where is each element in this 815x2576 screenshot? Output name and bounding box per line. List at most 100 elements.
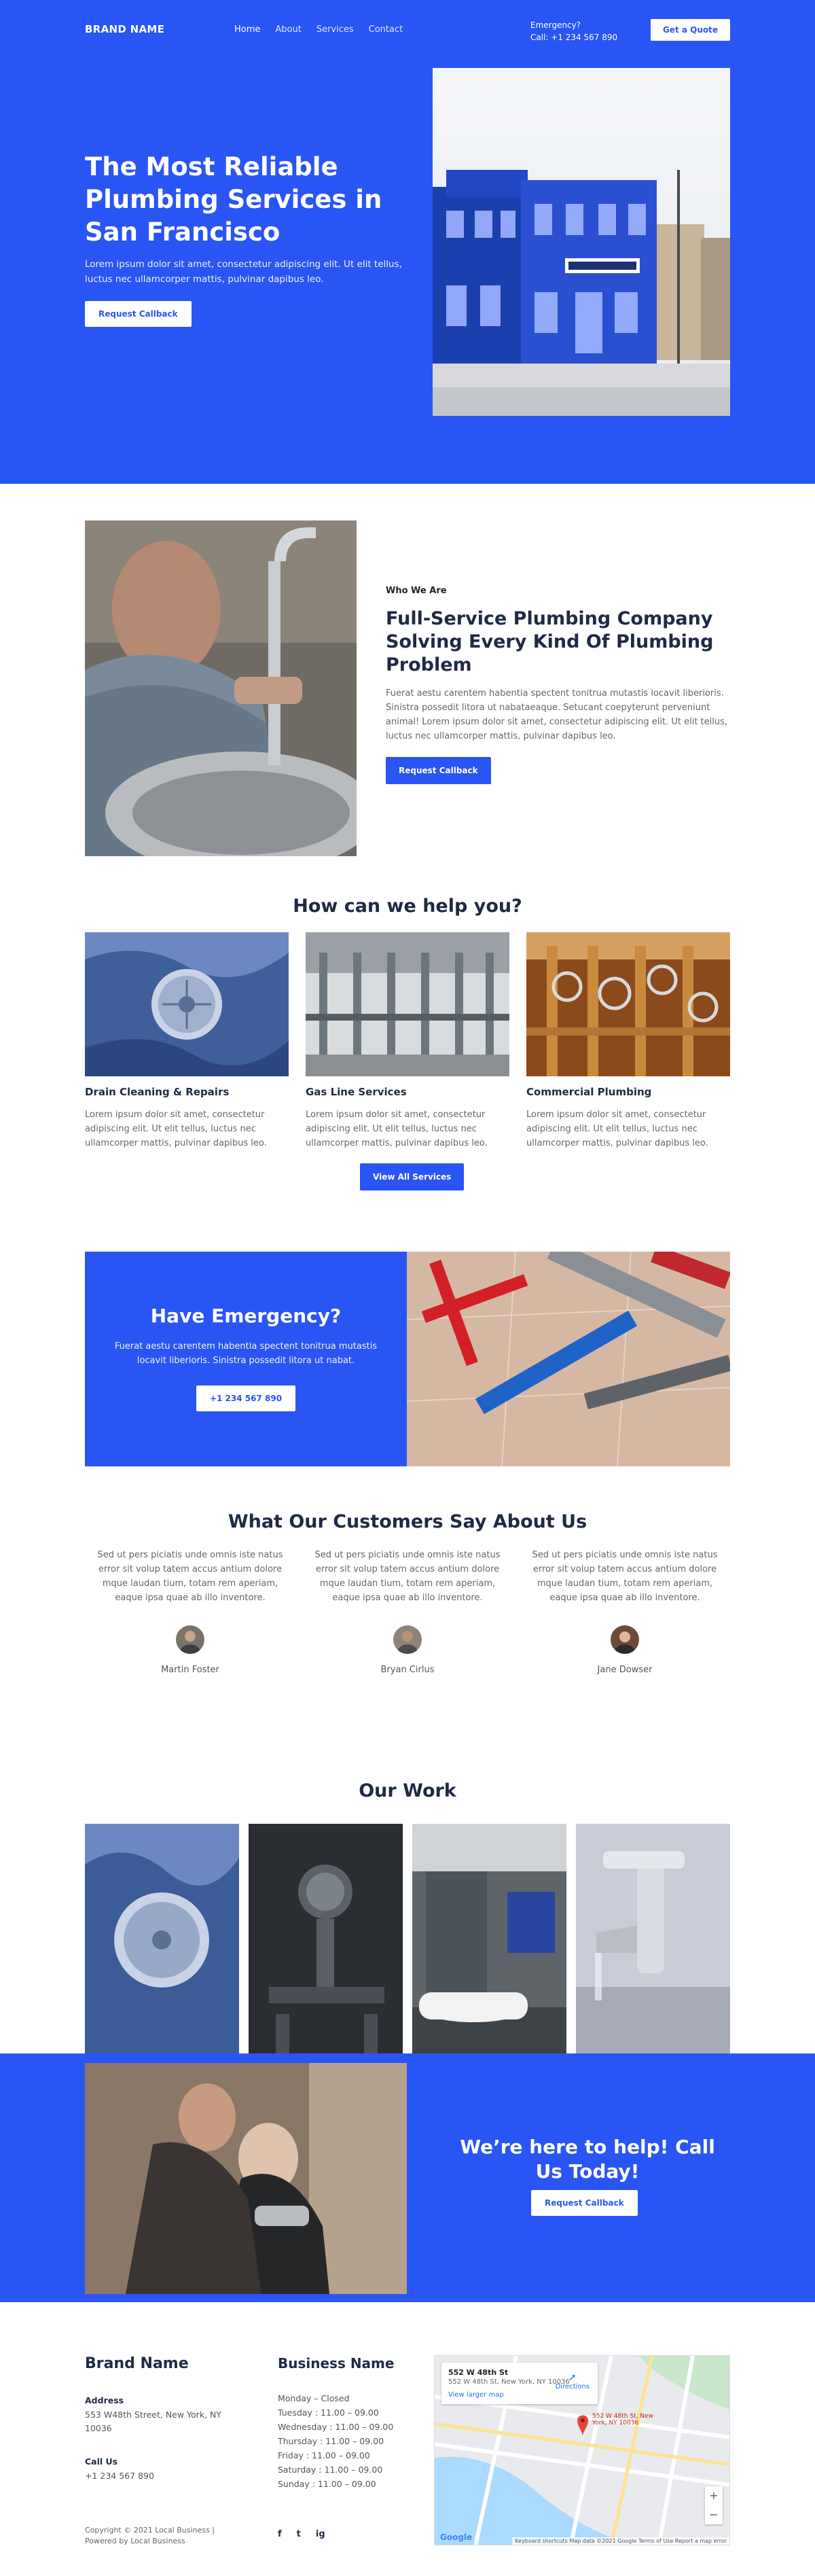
google-map[interactable]: 552 W 48th St, New York, NY 10036 552 W …: [434, 2355, 730, 2545]
plumber-fixing-faucet-image: [85, 521, 357, 856]
who-we-are-section: Who We Are Full-Service Plumbing Company…: [0, 484, 815, 878]
hero-text: Lorem ipsum dolor sit amet, consectetur …: [85, 259, 402, 285]
work-image-faucet[interactable]: [576, 1824, 730, 2056]
zoom-out-button[interactable]: −: [705, 2505, 723, 2524]
avatar: [611, 1625, 639, 1654]
gas-line-image: [306, 932, 509, 1076]
hero-request-callback-button[interactable]: Request Callback: [85, 301, 192, 327]
testimonial-text: Sed ut pers piciatis unde omnis iste nat…: [97, 1550, 283, 1603]
view-larger-map-link[interactable]: View larger map: [448, 2391, 591, 2399]
our-work-section: Our Work: [0, 1740, 815, 2056]
footer-phone[interactable]: +1 234 567 890: [85, 2469, 154, 2483]
zoom-in-button[interactable]: +: [705, 2486, 723, 2505]
nav-link-services[interactable]: Services: [316, 24, 354, 35]
nav-link-contact[interactable]: Contact: [369, 24, 403, 35]
instagram-icon[interactable]: ig: [316, 2529, 325, 2539]
testimonial-name: Martin Foster: [161, 1665, 219, 1675]
emergency-phone[interactable]: Call: +1 234 567 890: [530, 31, 617, 43]
footer: Brand Name Address 553 W48th Street, New…: [0, 2302, 815, 2574]
service-title: Drain Cleaning & Repairs: [85, 1086, 230, 1098]
testimonial-text: Sed ut pers piciatis unde omnis iste nat…: [314, 1550, 501, 1603]
who-eyebrow: Who We Are: [386, 586, 447, 596]
map-credits[interactable]: Keyboard shortcuts Map data ©2021 Google…: [512, 2537, 729, 2545]
directions-link[interactable]: ➚ Directions: [556, 2372, 590, 2390]
twitter-icon[interactable]: t: [297, 2529, 301, 2539]
address-text: 553 W48th Street, New York, NY 10036: [85, 2410, 221, 2433]
emergency-panel: Have Emergency? Fuerat aestu carentem ha…: [85, 1252, 407, 1466]
footer-brand: Brand Name: [85, 2355, 189, 2372]
service-card[interactable]: Drain Cleaning & Repairs Lorem ipsum dol…: [85, 932, 289, 1150]
social-links: f t ig: [278, 2529, 325, 2539]
testimonial-text: Sed ut pers piciatis unde omnis iste nat…: [532, 1550, 718, 1603]
service-title: Gas Line Services: [306, 1086, 407, 1098]
emergency-phone-button[interactable]: +1 234 567 890: [196, 1386, 296, 1411]
cta-section: We’re here to help! Call Us Today! Reque…: [0, 2053, 815, 2302]
hours-row: Tuesday : 11.00 – 09.00: [278, 2407, 379, 2418]
work-image-gas-meter[interactable]: [249, 1824, 403, 2056]
hours-row: Saturday : 11.00 – 09.00: [278, 2465, 383, 2475]
business-hours-title: Business Name: [278, 2355, 395, 2371]
get-quote-button[interactable]: Get a Quote: [650, 19, 730, 41]
emergency-text: Fuerat aestu carentem habentia spectent …: [114, 1341, 378, 1366]
call-label: Call Us: [85, 2456, 118, 2467]
view-all-services-button[interactable]: View All Services: [360, 1163, 465, 1190]
nav-menu: Home About Services Contact: [234, 24, 403, 35]
who-title: Full-Service Plumbing Company Solving Ev…: [386, 608, 714, 675]
testimonials-section: What Our Customers Say About Us Sed ut p…: [0, 1480, 815, 1740]
nav-link-home[interactable]: Home: [234, 24, 260, 35]
hours-row: Wednesday : 11.00 – 09.00: [278, 2422, 394, 2432]
hours-row: Sunday : 11.00 – 09.00: [278, 2479, 376, 2489]
cta-request-callback-button[interactable]: Request Callback: [531, 2190, 638, 2216]
map-zoom-controls: + −: [705, 2486, 723, 2524]
hours-row: Friday : 11.00 – 09.00: [278, 2450, 370, 2460]
emergency-label: Emergency?: [530, 20, 581, 30]
cta-title: We’re here to help! Call Us Today!: [460, 2136, 715, 2183]
map-pin-label: 552 W 48th St, New York, NY 10036: [592, 2413, 653, 2427]
brand-logo[interactable]: BRAND NAME: [85, 23, 234, 35]
commercial-pipes-image: [526, 932, 730, 1076]
navbar: BRAND NAME Home About Services Contact: [85, 0, 730, 58]
who-request-callback-button[interactable]: Request Callback: [386, 757, 491, 784]
testimonial-card: Sed ut pers piciatis unde omnis iste nat…: [92, 1548, 289, 1675]
service-title: Commercial Plumbing: [526, 1086, 652, 1098]
wrenches-image: [407, 1252, 730, 1466]
emergency-section: Have Emergency? Fuerat aestu carentem ha…: [0, 1211, 815, 1480]
drain-image: [85, 932, 289, 1076]
service-card[interactable]: Commercial Plumbing Lorem ipsum dolor si…: [526, 932, 730, 1150]
hours-row: Monday – Closed: [278, 2393, 350, 2403]
nav-link-about[interactable]: About: [275, 24, 301, 35]
service-text: Lorem ipsum dolor sit amet, consectetur …: [526, 1110, 708, 1148]
work-image-bathroom[interactable]: [412, 1824, 566, 2056]
emergency-banner: Have Emergency? Fuerat aestu carentem ha…: [85, 1252, 730, 1466]
header-emergency-info: Emergency? Call: +1 234 567 890: [530, 19, 617, 43]
who-text: Fuerat aestu carentem habentia spectent …: [386, 688, 728, 741]
directions-label: Directions: [555, 2383, 590, 2390]
avatar: [393, 1625, 422, 1654]
testimonials-title: What Our Customers Say About Us: [228, 1511, 587, 1532]
footer-address-block: Address 553 W48th Street, New York, NY 1…: [85, 2395, 241, 2435]
directions-icon: ➚: [568, 2372, 577, 2383]
hero-image-blue-building: [433, 68, 730, 416]
address-label: Address: [85, 2395, 124, 2405]
footer-call-block: Call Us +1 234 567 890: [85, 2456, 154, 2483]
plumbers-working-image: [85, 2063, 407, 2294]
google-logo: Google: [440, 2533, 473, 2542]
emergency-title: Have Emergency?: [150, 1305, 342, 1327]
service-text: Lorem ipsum dolor sit amet, consectetur …: [306, 1110, 488, 1148]
business-hours-list: Monday – Closed Tuesday : 11.00 – 09.00 …: [278, 2391, 434, 2491]
work-image-drain[interactable]: [85, 1824, 239, 2056]
testimonial-name: Jane Dowser: [597, 1665, 653, 1675]
avatar: [176, 1625, 204, 1654]
hero-title: The Most Reliable Plumbing Services in S…: [85, 152, 382, 247]
hours-row: Thursday : 11.00 – 09.00: [278, 2436, 384, 2446]
service-card[interactable]: Gas Line Services Lorem ipsum dolor sit …: [306, 932, 509, 1150]
hero-section: BRAND NAME Home About Services Contact E…: [0, 0, 815, 484]
services-section: How can we help you? Drain Cleaning & Re…: [0, 878, 815, 1211]
testimonial-name: Bryan Cirlus: [380, 1665, 435, 1675]
testimonial-card: Sed ut pers piciatis unde omnis iste nat…: [526, 1548, 723, 1675]
facebook-icon[interactable]: f: [278, 2529, 282, 2539]
our-work-title: Our Work: [359, 1780, 456, 1801]
map-info-card: 552 W 48th St 552 W 48th St, New York, N…: [441, 2363, 598, 2404]
service-text: Lorem ipsum dolor sit amet, consectetur …: [85, 1110, 267, 1148]
testimonial-card: Sed ut pers piciatis unde omnis iste nat…: [309, 1548, 506, 1675]
